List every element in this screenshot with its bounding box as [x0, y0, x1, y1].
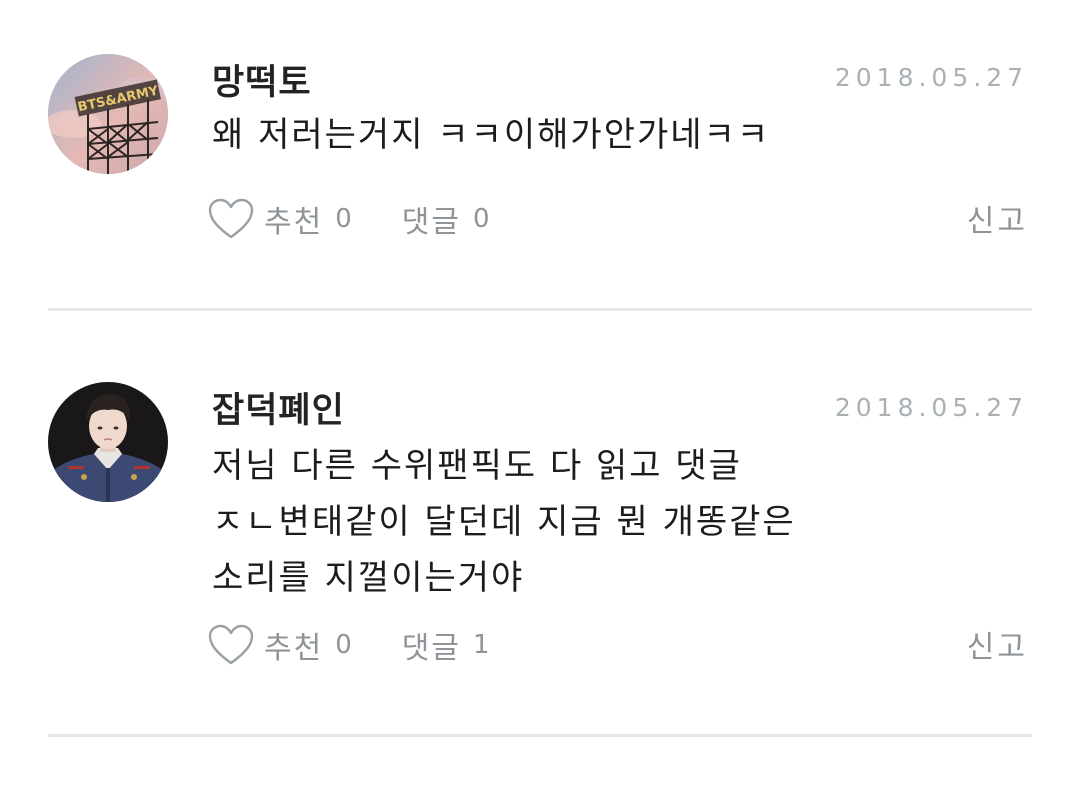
- avatar[interactable]: BTS&ARMY: [48, 54, 168, 174]
- comment-date: 2018.05.27: [834, 63, 1028, 92]
- heart-icon[interactable]: [208, 624, 254, 666]
- comment-line: 저님 다른 수위팬픽도 다 읽고 댓글: [212, 446, 742, 486]
- comment-actions: 추천 0 댓글 1: [208, 622, 490, 668]
- comment-author[interactable]: 잡덕폐인: [212, 382, 345, 433]
- comment-line: ㅈㄴ변태같이 달던데 지금 뭔 개똥같은: [212, 502, 796, 542]
- avatar-image: [48, 382, 168, 502]
- like-label[interactable]: 추천: [264, 197, 323, 241]
- comment-line: 왜 저러는거지 ㅋㅋ이해가안가네ㅋㅋ: [212, 115, 771, 155]
- reply-label[interactable]: 댓글: [402, 197, 461, 241]
- like-count: 0: [335, 204, 352, 234]
- comment-line: 소리를 지껄이는거야: [212, 558, 525, 598]
- comment-feed: BTS&ARMY 망떡토 2018.05.27 왜 저러는거지 ㅋㅋ이해가안가네…: [0, 0, 1080, 810]
- comment-author[interactable]: 망떡토: [212, 54, 312, 105]
- divider: [48, 308, 1032, 311]
- avatar-image: BTS&ARMY: [48, 54, 168, 174]
- like-count: 0: [335, 630, 352, 660]
- reply-label[interactable]: 댓글: [402, 623, 461, 667]
- heart-icon[interactable]: [208, 198, 254, 240]
- divider: [48, 734, 1032, 737]
- like-label[interactable]: 추천: [264, 623, 323, 667]
- comment-body: 저님 다른 수위팬픽도 다 읽고 댓글 ㅈㄴ변태같이 달던데 지금 뭔 개똥같은…: [212, 438, 1042, 606]
- report-button[interactable]: 신고: [967, 196, 1028, 240]
- reply-count: 1: [472, 630, 490, 660]
- comment-date: 2018.05.27: [834, 393, 1028, 422]
- report-button[interactable]: 신고: [967, 622, 1028, 666]
- comment-actions: 추천 0 댓글 0: [208, 196, 490, 242]
- avatar[interactable]: [48, 382, 168, 502]
- comment-body: 왜 저러는거지 ㅋㅋ이해가안가네ㅋㅋ: [212, 107, 1042, 163]
- reply-count: 0: [472, 204, 490, 234]
